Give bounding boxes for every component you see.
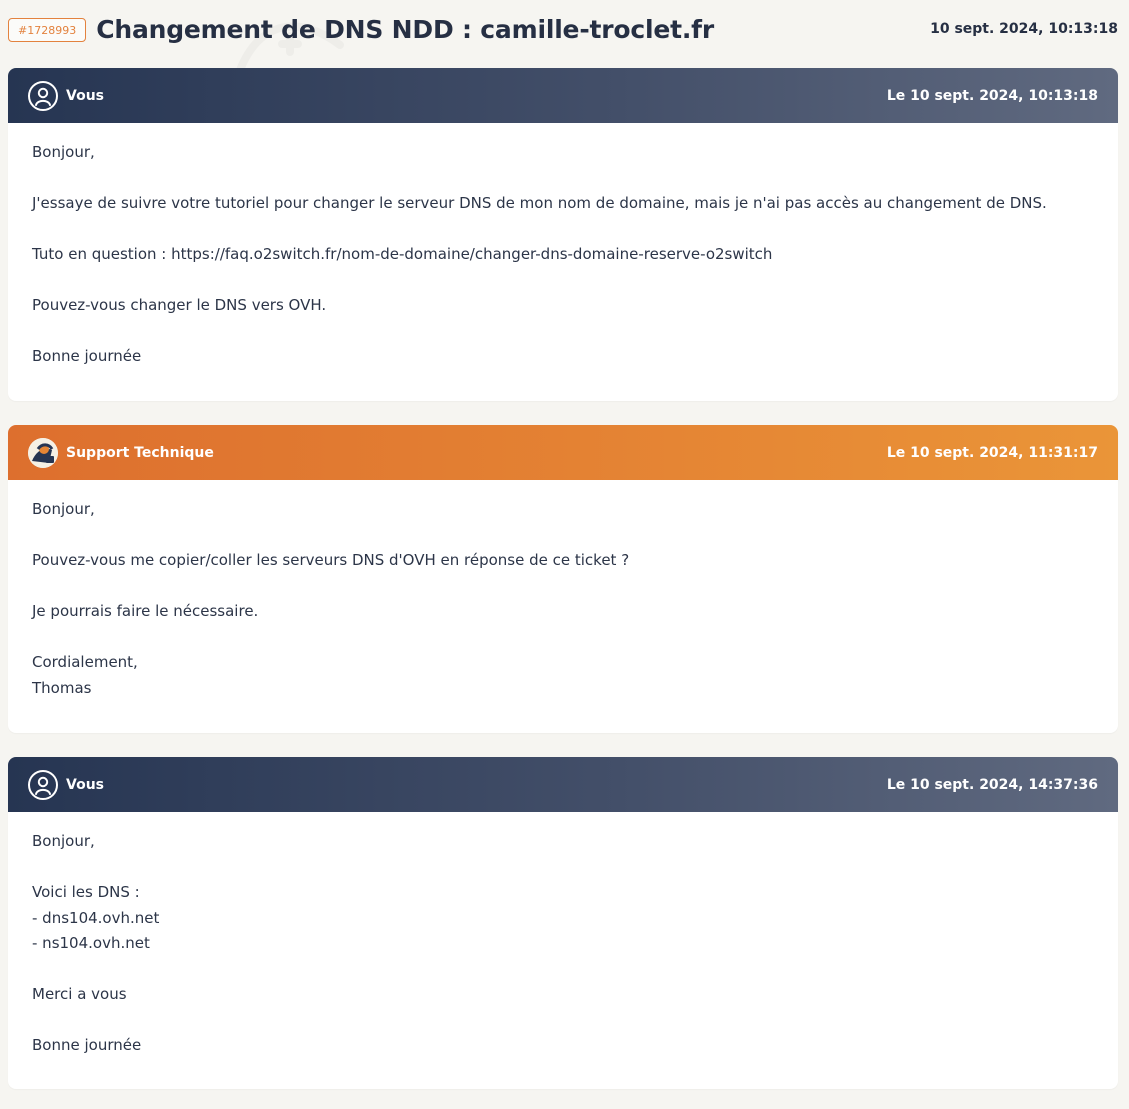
ticket-header: #1728993 Changement de DNS NDD : camille…: [8, 0, 1118, 58]
message-line: Bonne journée: [32, 347, 142, 365]
message-line: [32, 574, 1094, 600]
message-date: Le 10 sept. 2024, 11:31:17: [886, 444, 1098, 461]
message-line: Je pourrais faire le nécessaire.: [32, 602, 259, 620]
message-header-user: Vous Le 10 sept. 2024, 14:37:36: [8, 757, 1118, 812]
message-line: Bonjour,: [32, 500, 95, 518]
message-line: [32, 319, 1094, 345]
ticket-title: Changement de DNS NDD : camille-troclet.…: [96, 14, 714, 44]
message-sender: Vous: [66, 87, 104, 104]
message-line: Bonjour,: [32, 143, 95, 161]
message-line: - ns104.ovh.net: [32, 934, 150, 952]
message-body: Bonjour, Voici les DNS : - dns104.ovh.ne…: [8, 812, 1118, 1059]
message-sender: Vous: [66, 776, 104, 793]
message-line: [32, 625, 1094, 651]
message-line: Voici les DNS :: [32, 883, 140, 901]
user-circle-icon: [28, 769, 58, 800]
message-line: [32, 1008, 1094, 1034]
message-card-2: Support Technique Le 10 sept. 2024, 11:3…: [8, 425, 1118, 733]
support-avatar-icon: [28, 437, 58, 468]
message-line: Bonne journée: [32, 1036, 142, 1054]
message-date: Le 10 sept. 2024, 14:37:36: [886, 776, 1098, 793]
message-card-3: Vous Le 10 sept. 2024, 14:37:36 Bonjour,…: [8, 757, 1118, 1089]
message-line: [32, 523, 1094, 549]
message-line: [32, 166, 1094, 192]
message-sender: Support Technique: [66, 444, 214, 461]
ticket-date: 10 sept. 2024, 10:13:18: [930, 21, 1118, 37]
message-card-1: Vous Le 10 sept. 2024, 10:13:18 Bonjour,…: [8, 68, 1118, 401]
message-line: [32, 855, 1094, 881]
message-line: [32, 957, 1094, 983]
message-line: [32, 217, 1094, 243]
message-line: Merci a vous: [32, 985, 127, 1003]
message-body: Bonjour, J'essaye de suivre votre tutori…: [8, 123, 1118, 370]
message-line: Bonjour,: [32, 832, 95, 850]
message-line: Pouvez-vous changer le DNS vers OVH.: [32, 296, 327, 314]
message-line: Tuto en question : https://faq.o2switch.…: [32, 245, 773, 263]
message-header-user: Vous Le 10 sept. 2024, 10:13:18: [8, 68, 1118, 123]
ticket-number-badge: #1728993: [8, 18, 87, 42]
message-line: [32, 268, 1094, 294]
message-line: J'essaye de suivre votre tutoriel pour c…: [32, 194, 1047, 212]
message-header-support: Support Technique Le 10 sept. 2024, 11:3…: [8, 425, 1118, 480]
message-body: Bonjour, Pouvez-vous me copier/coller le…: [8, 480, 1118, 701]
user-circle-icon: [28, 80, 58, 111]
message-line: Cordialement,: [32, 653, 138, 671]
message-line: - dns104.ovh.net: [32, 908, 160, 927]
message-date: Le 10 sept. 2024, 10:13:18: [886, 87, 1098, 104]
message-line: Pouvez-vous me copier/coller les serveur…: [32, 551, 630, 569]
message-line: Thomas: [32, 678, 92, 697]
